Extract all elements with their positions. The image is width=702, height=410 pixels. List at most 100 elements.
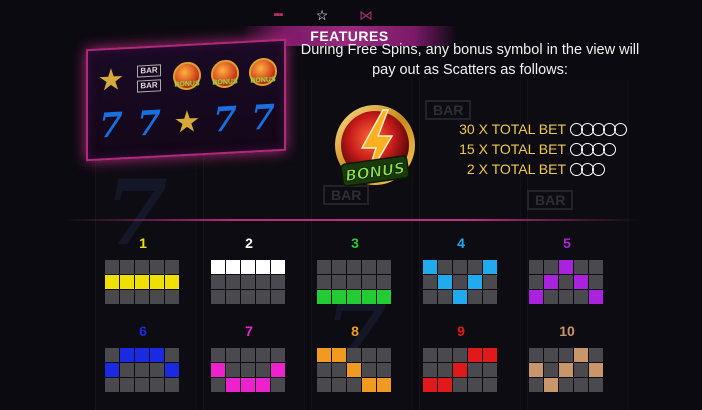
payline-cell	[317, 275, 331, 289]
payline-cell	[241, 348, 255, 362]
payline-cell	[468, 290, 482, 304]
bonus-small-icon: BONUS	[208, 57, 242, 91]
payline-cell	[559, 275, 573, 289]
payline-cell	[120, 378, 134, 392]
payline-cell	[377, 275, 391, 289]
payline-cell	[165, 378, 179, 392]
payline-cell	[574, 290, 588, 304]
payline-cell	[150, 290, 164, 304]
payline-cell	[332, 363, 346, 377]
bonus-small-icon: BONUS	[170, 59, 204, 93]
payline-pattern	[105, 260, 181, 304]
payline-10: 10	[529, 322, 605, 392]
bar-symbol-icon: BAR BAR	[132, 61, 166, 95]
payline-cell	[271, 378, 285, 392]
pattern-icon[interactable]: ⋈	[358, 7, 374, 23]
payline-cell	[529, 275, 543, 289]
payline-cell-active	[529, 363, 543, 377]
payline-cell	[438, 260, 452, 274]
seven-symbol-icon: 7	[213, 99, 237, 141]
payline-4: 4	[423, 234, 499, 304]
payline-cell	[105, 260, 119, 274]
payline-cell-active	[423, 260, 437, 274]
payline-cell	[589, 378, 603, 392]
payline-cell	[211, 275, 225, 289]
payline-cell	[468, 260, 482, 274]
payline-7: 7	[211, 322, 287, 392]
payline-cell	[271, 290, 285, 304]
payline-cell-active	[544, 378, 558, 392]
payline-cell-active	[271, 363, 285, 377]
payline-cell	[150, 260, 164, 274]
payline-cell	[423, 275, 437, 289]
payline-cell	[165, 260, 179, 274]
payline-cell	[574, 363, 588, 377]
divider	[60, 219, 640, 221]
payline-cell	[120, 363, 134, 377]
payline-number: 9	[457, 323, 465, 339]
payline-cell	[377, 348, 391, 362]
payline-cell	[559, 290, 573, 304]
payline-cell	[241, 363, 255, 377]
payline-cell	[589, 348, 603, 362]
paytable-row: 15 X TOTAL BET	[420, 139, 630, 159]
payline-number: 10	[559, 323, 575, 339]
payline-cell	[150, 378, 164, 392]
payline-cell	[226, 363, 240, 377]
payline-cell	[544, 290, 558, 304]
payline-cell	[317, 378, 331, 392]
payline-cell-active	[332, 290, 346, 304]
payline-cell-active	[241, 378, 255, 392]
payline-cell-active	[165, 363, 179, 377]
payline-cell	[317, 363, 331, 377]
payline-cell	[135, 290, 149, 304]
favorite-star-icon[interactable]: ☆	[314, 7, 330, 23]
payline-cell	[347, 378, 361, 392]
payline-cell-active	[574, 348, 588, 362]
payline-cell	[377, 260, 391, 274]
payline-cell	[226, 275, 240, 289]
payline-cell-active	[453, 363, 467, 377]
payline-number: 1	[139, 235, 147, 251]
payline-cell-active	[271, 260, 285, 274]
payline-cell	[271, 348, 285, 362]
payline-cell-active	[105, 275, 119, 289]
payline-cell	[544, 348, 558, 362]
payline-cell	[105, 290, 119, 304]
payline-cell	[105, 348, 119, 362]
payline-cell	[483, 378, 497, 392]
payline-1: 1	[105, 234, 181, 304]
payline-cell	[453, 378, 467, 392]
payline-pattern	[211, 260, 287, 304]
payline-cell	[226, 290, 240, 304]
payline-pattern	[423, 260, 499, 304]
payline-cell-active	[120, 348, 134, 362]
payline-cell	[347, 260, 361, 274]
payline-cell-active	[226, 378, 240, 392]
payline-cell-active	[135, 348, 149, 362]
payline-cell	[438, 290, 452, 304]
payline-cell	[544, 363, 558, 377]
payline-cell-active	[483, 348, 497, 362]
payline-cell-active	[135, 275, 149, 289]
payline-number: 7	[245, 323, 253, 339]
payline-3: 3	[317, 234, 393, 304]
payline-cell	[347, 348, 361, 362]
payline-cell	[362, 348, 376, 362]
payline-cell-active	[256, 378, 270, 392]
payline-cell	[135, 378, 149, 392]
payline-cell-active	[105, 363, 119, 377]
payline-cell-active	[120, 275, 134, 289]
top-toolbar: ▪▪▪ ☆ ⋈	[270, 6, 374, 24]
paytable-grid-icon[interactable]: ▪▪▪	[270, 7, 286, 23]
payline-cell-active	[559, 363, 573, 377]
symbol-count-rings	[570, 162, 630, 176]
payline-cell	[423, 348, 437, 362]
payline-cell-active	[317, 348, 331, 362]
payline-cell	[529, 378, 543, 392]
payline-cell	[317, 260, 331, 274]
payline-cell-active	[165, 275, 179, 289]
payline-cell	[483, 290, 497, 304]
payline-cell	[468, 363, 482, 377]
payline-cell-active	[241, 260, 255, 274]
